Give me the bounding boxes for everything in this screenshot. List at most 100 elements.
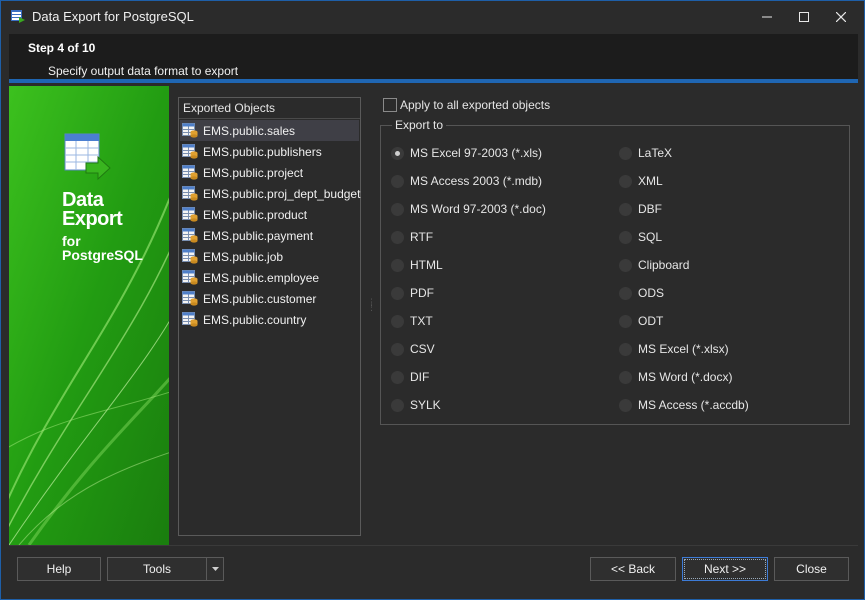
format-radio-button[interactable] <box>619 259 632 272</box>
header-accent-line <box>9 79 858 83</box>
spreadsheet-export-icon <box>64 133 111 181</box>
exported-object-label: EMS.public.sales <box>203 124 296 138</box>
chevron-down-icon <box>211 567 219 571</box>
table-icon <box>182 249 198 264</box>
back-button[interactable]: << Back <box>590 557 676 581</box>
step-description: Specify output data format to export <box>48 64 239 78</box>
format-radio-button[interactable] <box>619 343 632 356</box>
next-button[interactable]: Next >> <box>682 557 768 581</box>
format-radio-label[interactable]: MS Access (*.accdb) <box>638 398 749 412</box>
format-radio-label[interactable]: MS Access 2003 (*.mdb) <box>410 174 542 188</box>
close-button[interactable]: Close <box>774 557 849 581</box>
export-to-title: Export to <box>392 118 447 132</box>
exported-object-item[interactable]: EMS.public.product <box>180 204 359 225</box>
format-radio-button[interactable] <box>391 147 404 160</box>
main-window: Data Export for PostgreSQL Step 4 of 10 … <box>0 0 865 600</box>
format-radio-button[interactable] <box>619 147 632 160</box>
table-icon <box>182 312 198 327</box>
tools-button[interactable]: Tools <box>107 557 207 581</box>
panel-splitter-handle[interactable]: ⋮ ⋮ <box>367 299 376 321</box>
close-window-button[interactable] <box>818 1 864 32</box>
format-radio-button[interactable] <box>619 399 632 412</box>
apply-all-checkbox[interactable] <box>383 98 397 112</box>
format-radio-button[interactable] <box>619 175 632 188</box>
table-icon <box>182 186 198 201</box>
exported-object-item[interactable]: EMS.public.sales <box>180 120 359 141</box>
product-banner: Data Export for PostgreSQL <box>9 86 169 545</box>
window-title: Data Export for PostgreSQL <box>32 9 194 24</box>
format-radio-button[interactable] <box>619 371 632 384</box>
exported-objects-list[interactable]: Exported Objects EMS.public.sales EMS.pub… <box>178 97 361 536</box>
export-to-group <box>380 125 850 425</box>
format-radio-button[interactable] <box>619 203 632 216</box>
format-radio-label[interactable]: MS Word 97-2003 (*.doc) <box>410 202 546 216</box>
apply-all-label: Apply to all exported objects <box>400 98 551 112</box>
format-radio-button[interactable] <box>391 371 404 384</box>
format-radio-label[interactable]: Clipboard <box>638 258 689 272</box>
format-radio-label[interactable]: ODS <box>638 286 664 300</box>
exported-object-item[interactable]: EMS.public.job <box>180 246 359 267</box>
format-radio-label[interactable]: TXT <box>410 314 433 328</box>
format-radio-button[interactable] <box>391 175 404 188</box>
exported-object-item[interactable]: EMS.public.payment <box>180 225 359 246</box>
exported-object-label: EMS.public.publishers <box>203 145 322 159</box>
exported-object-label: EMS.public.project <box>203 166 304 180</box>
format-radio-label[interactable]: DBF <box>638 202 662 216</box>
exported-object-label: EMS.public.job <box>203 250 284 264</box>
exported-object-item[interactable]: EMS.public.country <box>180 309 359 330</box>
exported-object-item[interactable]: EMS.public.project <box>180 162 359 183</box>
format-radio-button[interactable] <box>391 343 404 356</box>
format-radio-label[interactable]: HTML <box>410 258 443 272</box>
format-radio-label[interactable]: LaTeX <box>638 146 672 160</box>
banner-title: Data Export <box>62 190 123 229</box>
title-bar: Data Export for PostgreSQL <box>1 1 864 32</box>
exported-object-item[interactable]: EMS.public.publishers <box>180 141 359 162</box>
maximize-icon <box>799 11 809 22</box>
format-radio-button[interactable] <box>391 287 404 300</box>
format-radio-button[interactable] <box>391 399 404 412</box>
format-radio-label[interactable]: ODT <box>638 314 663 328</box>
exported-object-item[interactable]: EMS.public.employee <box>180 267 359 288</box>
banner-subtitle-line1: for <box>62 233 81 249</box>
format-radio-button[interactable] <box>619 231 632 244</box>
format-radio-button[interactable] <box>391 231 404 244</box>
format-radio-label[interactable]: RTF <box>410 230 433 244</box>
table-icon <box>182 291 198 306</box>
format-radio-button[interactable] <box>619 315 632 328</box>
format-radio-label[interactable]: DIF <box>410 370 429 384</box>
format-radio-button[interactable] <box>391 259 404 272</box>
format-radio-button[interactable] <box>391 203 404 216</box>
banner-subtitle-line2: PostgreSQL <box>62 247 143 263</box>
exported-object-item[interactable]: EMS.public.customer <box>180 288 359 309</box>
exported-object-item[interactable]: EMS.public.proj_dept_budget <box>180 183 361 204</box>
exported-objects-title: Exported Objects <box>183 101 276 115</box>
help-button[interactable]: Help <box>17 557 101 581</box>
app-icon <box>11 10 25 23</box>
exported-object-label: EMS.public.payment <box>203 229 314 243</box>
format-radio-label[interactable]: XML <box>638 174 663 188</box>
table-icon <box>182 144 198 159</box>
exported-object-label: EMS.public.proj_dept_budget <box>203 187 361 201</box>
format-radio-label[interactable]: SQL <box>638 230 662 244</box>
table-icon <box>182 165 198 180</box>
table-icon <box>182 228 198 243</box>
table-icon <box>182 270 198 285</box>
format-radio-label[interactable]: CSV <box>410 342 435 356</box>
tools-dropdown-button[interactable] <box>206 557 224 581</box>
format-radio-label[interactable]: MS Excel 97-2003 (*.xls) <box>410 146 542 160</box>
format-radio-button[interactable] <box>391 315 404 328</box>
exported-object-label: EMS.public.country <box>203 313 307 327</box>
banner-subtitle: for PostgreSQL <box>62 234 143 262</box>
footer-divider <box>9 545 858 546</box>
table-icon <box>182 123 198 138</box>
format-radio-label[interactable]: MS Excel (*.xlsx) <box>638 342 729 356</box>
format-radio-button[interactable] <box>619 287 632 300</box>
minimize-icon <box>762 16 772 17</box>
format-radio-label[interactable]: MS Word (*.docx) <box>638 370 732 384</box>
format-radio-label[interactable]: SYLK <box>410 398 441 412</box>
step-indicator: Step 4 of 10 <box>28 41 96 55</box>
format-radio-label[interactable]: PDF <box>410 286 434 300</box>
table-icon <box>182 207 198 222</box>
exported-object-label: EMS.public.customer <box>203 292 317 306</box>
exported-object-label: EMS.public.employee <box>203 271 320 285</box>
